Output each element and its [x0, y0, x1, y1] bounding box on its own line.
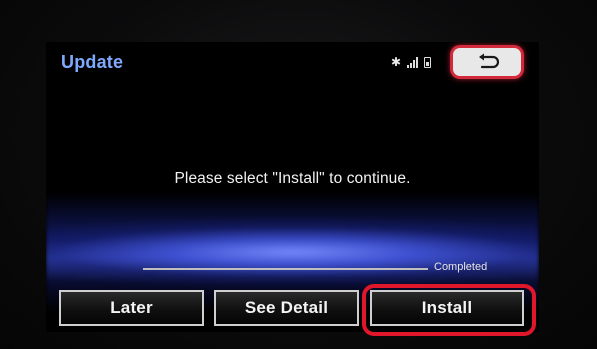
- bluetooth-icon: ✱: [391, 55, 402, 69]
- install-highlight-ring: [362, 284, 536, 336]
- back-button[interactable]: [453, 48, 521, 76]
- signal-icon: [407, 56, 419, 68]
- progress-bar: [143, 268, 428, 270]
- see-detail-button[interactable]: See Detail: [214, 290, 359, 326]
- status-bar: ✱: [391, 54, 432, 70]
- instruction-message: Please select "Install" to continue.: [174, 170, 411, 187]
- later-button[interactable]: Later: [59, 290, 204, 326]
- battery-icon: [424, 56, 432, 68]
- return-arrow-icon: [479, 53, 500, 69]
- page-title: Update: [61, 52, 124, 72]
- progress-label: Completed: [434, 261, 488, 273]
